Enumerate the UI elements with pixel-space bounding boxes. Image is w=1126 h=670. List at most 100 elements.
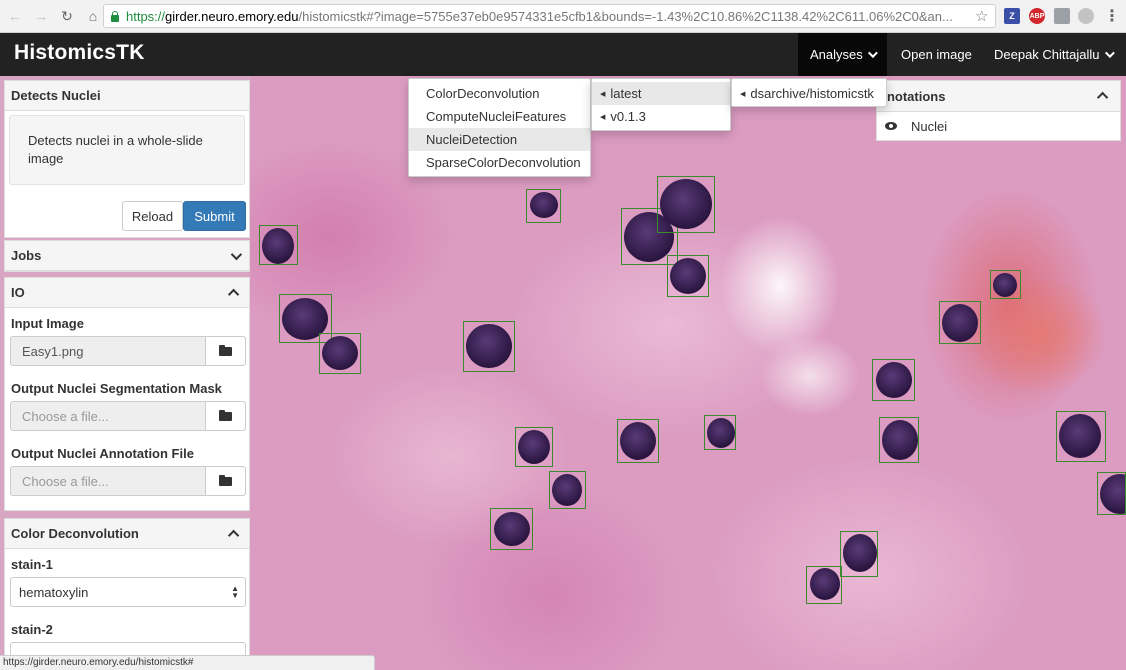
annotation-item-nuclei[interactable]: Nuclei <box>877 112 1120 140</box>
nucleus-bounding-box[interactable] <box>990 270 1021 299</box>
select-arrows-icon: ▲ ▼ <box>231 584 239 600</box>
open-image-label: Open image <box>901 47 972 62</box>
chevron-up-icon <box>227 288 240 300</box>
chevron-up-icon <box>227 529 240 541</box>
eye-icon[interactable] <box>885 122 897 130</box>
zotero-extension-icon[interactable]: Z <box>1004 8 1020 24</box>
output-annotation-placeholder: Choose a file... <box>22 473 109 489</box>
caret-left-icon: ◀ <box>740 90 746 98</box>
nucleus-bounding-box[interactable] <box>617 419 659 463</box>
input-image-field[interactable]: Easy1.png <box>10 336 246 366</box>
browse-input-image-button[interactable] <box>205 337 245 365</box>
nucleus-bounding-box[interactable] <box>1056 411 1106 462</box>
menu-item-version-v013[interactable]: ◀ v0.1.3 <box>592 105 730 128</box>
caret-left-icon: ◀ <box>600 90 606 98</box>
app-navbar: HistomicsTK Analyses Open image Deepak C… <box>0 33 1126 76</box>
url-scheme: https:// <box>126 8 166 24</box>
browser-menu-icon[interactable]: ⋮ <box>1104 6 1120 26</box>
nucleus-bounding-box[interactable] <box>872 359 915 401</box>
menu-item-compute-nuclei-features[interactable]: ComputeNucleiFeatures <box>409 105 590 128</box>
annotations-panel-header[interactable]: nnotations <box>877 81 1120 112</box>
color-deconvolution-panel-header[interactable]: Color Deconvolution <box>5 519 249 549</box>
menu-item-sparse-color-deconvolution[interactable]: SparseColorDeconvolution <box>409 151 590 174</box>
lock-icon <box>110 10 120 22</box>
task-panel-header: Detects Nuclei <box>5 81 249 111</box>
caret-left-icon: ◀ <box>600 113 606 121</box>
back-icon[interactable]: ← <box>4 5 26 27</box>
menu-item-repo-dsarchive-histomicstk[interactable]: ◀ dsarchive/histomicstk <box>732 82 886 105</box>
stain-2-label: stain-2 <box>11 622 53 637</box>
nucleus-bounding-box[interactable] <box>667 255 709 297</box>
task-panel: Detects Nuclei Detects nuclei in a whole… <box>4 80 250 238</box>
jobs-panel: Jobs <box>4 240 250 272</box>
io-title: IO <box>11 285 25 300</box>
color-deconvolution-panel: Color Deconvolution stain-1 hematoxylin … <box>4 518 250 670</box>
address-bar[interactable]: https://girder.neuro.emory.edu/histomics… <box>103 4 996 28</box>
repository-submenu: ◀ dsarchive/histomicstk <box>731 78 887 107</box>
extension-icon[interactable] <box>1078 8 1094 24</box>
output-annotation-label: Output Nuclei Annotation File <box>11 446 194 461</box>
nucleus-bounding-box[interactable] <box>515 427 553 467</box>
version-label: v0.1.3 <box>610 109 646 124</box>
task-description: Detects nuclei in a whole-slide image <box>9 115 245 185</box>
user-menu-button[interactable]: Deepak Chittajallu <box>982 33 1124 76</box>
url-path: /histomicstk#?image=5755e37eb0e9574331e5… <box>298 8 953 24</box>
browser-status-bar: https://girder.neuro.emory.edu/histomics… <box>0 655 375 670</box>
control-panel-column: Detects Nuclei Detects nuclei in a whole… <box>0 76 250 670</box>
folder-open-icon <box>219 474 232 486</box>
nucleus-bounding-box[interactable] <box>806 566 842 604</box>
folder-open-icon <box>219 344 232 356</box>
user-name: Deepak Chittajallu <box>994 47 1100 62</box>
input-image-label: Input Image <box>11 316 84 331</box>
app-brand[interactable]: HistomicsTK <box>14 41 145 65</box>
nucleus-bounding-box[interactable] <box>939 301 981 344</box>
reload-icon[interactable]: ↻ <box>56 5 78 27</box>
bookmark-star-icon[interactable]: ☆ <box>975 7 988 25</box>
output-mask-field[interactable]: Choose a file... <box>10 401 246 431</box>
nucleus-bounding-box[interactable] <box>549 471 586 509</box>
jobs-panel-header[interactable]: Jobs <box>5 241 249 271</box>
input-image-value: Easy1.png <box>22 343 84 359</box>
annotation-item-label: Nuclei <box>911 118 948 134</box>
stain-1-value: hematoxylin <box>19 584 89 600</box>
menu-item-version-latest[interactable]: ◀ latest <box>592 82 730 105</box>
open-image-link[interactable]: Open image <box>889 33 984 76</box>
nucleus-bounding-box[interactable] <box>463 321 515 372</box>
chevron-up-icon <box>1096 91 1109 104</box>
folder-open-icon <box>219 409 232 421</box>
nucleus-bounding-box[interactable] <box>1097 472 1126 515</box>
adblock-extension-icon[interactable]: ABP <box>1029 8 1045 24</box>
chevron-down-icon <box>230 248 243 260</box>
extension-icon[interactable] <box>1054 8 1070 24</box>
io-panel: IO Input Image Easy1.png Output Nuclei S… <box>4 277 250 511</box>
menu-item-nuclei-detection[interactable]: NucleiDetection <box>409 128 590 151</box>
analyses-menu-button[interactable]: Analyses <box>798 33 887 76</box>
output-annotation-field[interactable]: Choose a file... <box>10 466 246 496</box>
browse-output-annotation-button[interactable] <box>205 467 245 495</box>
home-icon[interactable]: ⌂ <box>82 5 104 27</box>
submit-button[interactable]: Submit <box>183 201 246 231</box>
nucleus-bounding-box[interactable] <box>259 225 298 265</box>
stain-1-select[interactable]: hematoxylin ▲ ▼ <box>10 577 246 607</box>
io-panel-header[interactable]: IO <box>5 278 249 308</box>
task-title: Detects Nuclei <box>11 88 101 103</box>
menu-item-color-deconvolution[interactable]: ColorDeconvolution <box>409 82 590 105</box>
slide-image-viewer[interactable] <box>250 76 1126 670</box>
nucleus-bounding-box[interactable] <box>840 531 878 577</box>
browse-output-mask-button[interactable] <box>205 402 245 430</box>
forward-icon[interactable]: → <box>30 5 52 27</box>
nucleus-bounding-box[interactable] <box>319 333 361 374</box>
color-deconvolution-title: Color Deconvolution <box>11 526 139 541</box>
nucleus-bounding-box[interactable] <box>657 176 715 233</box>
nucleus-bounding-box[interactable] <box>704 415 736 450</box>
output-mask-placeholder: Choose a file... <box>22 408 109 424</box>
nucleus-bounding-box[interactable] <box>526 189 561 223</box>
chevron-down-icon <box>867 48 878 59</box>
analyses-label: Analyses <box>810 47 863 62</box>
analyses-dropdown-menu: ColorDeconvolution ComputeNucleiFeatures… <box>408 78 591 177</box>
output-mask-label: Output Nuclei Segmentation Mask <box>11 381 222 396</box>
stain-1-label: stain-1 <box>11 557 53 572</box>
nucleus-bounding-box[interactable] <box>879 417 919 463</box>
nucleus-bounding-box[interactable] <box>490 508 533 550</box>
reload-button[interactable]: Reload <box>122 201 183 231</box>
